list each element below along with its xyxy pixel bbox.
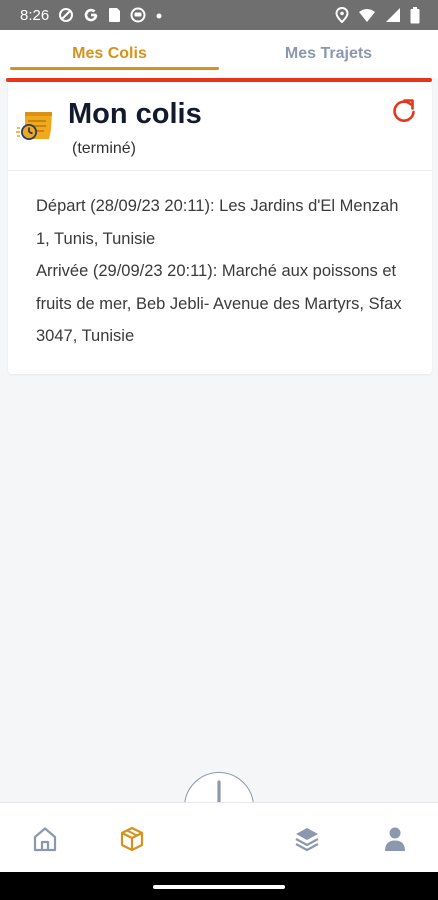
- card-divider: [8, 170, 432, 171]
- top-tabs: Mes Colis Mes Trajets: [0, 30, 438, 78]
- tab-mes-trajets-label: Mes Trajets: [284, 45, 373, 62]
- tab-mes-colis[interactable]: Mes Colis: [0, 30, 219, 78]
- battery-icon: [410, 6, 420, 24]
- robot-icon: [130, 7, 146, 23]
- card-title: Mon colis: [68, 98, 202, 130]
- status-bar-right: [335, 6, 420, 24]
- card-status: (terminé): [72, 140, 137, 157]
- google-icon: [83, 7, 99, 23]
- layers-icon[interactable]: [293, 825, 321, 853]
- status-bar: 8:26: [0, 0, 438, 30]
- dot-icon: [155, 7, 163, 23]
- tab-mes-colis-label: Mes Colis: [72, 45, 147, 62]
- system-gesture-bar: [0, 872, 438, 900]
- bottom-nav: [0, 802, 438, 872]
- parcel-card[interactable]: Mon colis (terminé) Départ (28/09/23 20:…: [8, 82, 432, 374]
- shield-icon: [58, 7, 74, 23]
- tab-mes-trajets[interactable]: Mes Trajets: [219, 30, 438, 78]
- departure-text: Départ (28/09/23 20:11): Les Jardins d'E…: [36, 197, 399, 248]
- card-body: Départ (28/09/23 20:11): Les Jardins d'E…: [36, 190, 406, 353]
- home-gesture-handle[interactable]: [153, 885, 285, 889]
- refresh-icon[interactable]: [389, 96, 419, 126]
- parcel-clock-icon: [16, 106, 56, 146]
- wifi-icon: [358, 7, 376, 23]
- location-icon: [335, 7, 349, 23]
- signal-icon: [385, 7, 401, 23]
- status-time: 8:26: [20, 6, 50, 24]
- home-icon[interactable]: [31, 825, 59, 853]
- sim-icon: [108, 7, 121, 23]
- profile-icon[interactable]: [381, 825, 409, 853]
- status-bar-left: 8:26: [20, 7, 163, 24]
- active-tab-indicator: [10, 67, 219, 70]
- package-icon[interactable]: [118, 825, 146, 853]
- arrival-text: Arrivée (29/09/23 20:11): Marché aux poi…: [36, 262, 402, 345]
